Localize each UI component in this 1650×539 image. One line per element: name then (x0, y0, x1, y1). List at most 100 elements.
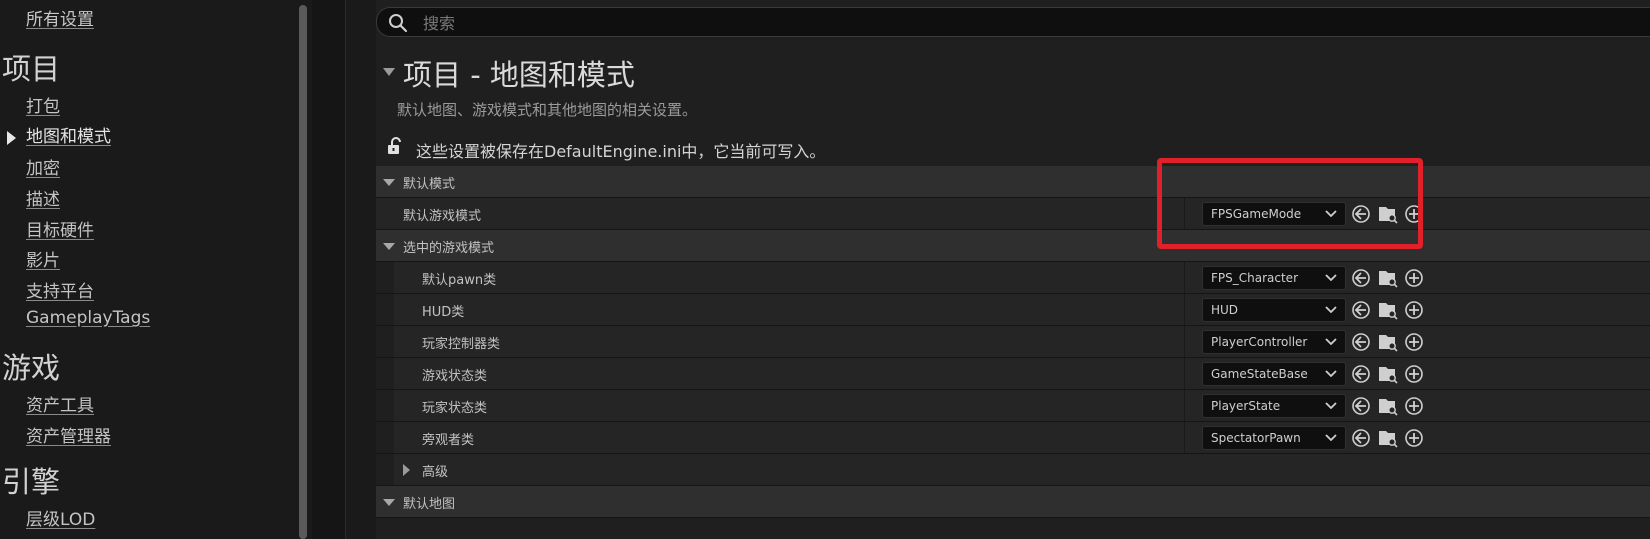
column-splitter[interactable] (1184, 390, 1185, 421)
property-label: 旁观者类 (422, 433, 475, 448)
property-label: 玩家状态类 (422, 401, 488, 416)
expand-arrow-icon[interactable] (383, 179, 395, 186)
add-new-icon[interactable] (1404, 364, 1424, 384)
property-label: 默认pawn类 (422, 273, 497, 288)
indent-guide (376, 326, 394, 357)
add-new-icon[interactable] (1404, 300, 1424, 320)
settings-main-panel: 项目 - 地图和模式 默认地图、游戏模式和其他地图的相关设置。 这些设置被保存在… (376, 0, 1650, 539)
section-collapse-arrow-icon[interactable] (383, 68, 395, 76)
browse-folder-icon[interactable] (1378, 396, 1398, 416)
column-splitter[interactable] (1184, 262, 1185, 293)
sidebar-item-target-hardware[interactable]: 目标硬件 (26, 216, 94, 241)
category-label: 选中的游戏模式 (403, 241, 495, 256)
add-new-icon[interactable] (1404, 268, 1424, 288)
indent-guide (376, 294, 394, 325)
sidebar-item-movies[interactable]: 影片 (26, 246, 60, 271)
browse-folder-icon[interactable] (1378, 332, 1398, 352)
column-splitter[interactable] (1184, 294, 1185, 325)
add-new-icon[interactable] (1404, 428, 1424, 448)
project-settings-window: 所有设置 项目 打包 地图和模式 加密 描述 目标硬件 影片 支持平台 Game… (0, 0, 1650, 539)
player-state-dropdown[interactable]: PlayerState (1202, 394, 1346, 418)
dropdown-value: PlayerController (1211, 335, 1308, 349)
property-label: 游戏状态类 (422, 369, 488, 384)
add-new-icon[interactable] (1404, 332, 1424, 352)
dropdown-value: FPS_Character (1211, 271, 1298, 285)
use-selected-asset-icon[interactable] (1351, 300, 1371, 320)
browse-folder-icon[interactable] (1378, 364, 1398, 384)
category-selected-game-mode[interactable]: 选中的游戏模式 (376, 230, 1650, 262)
column-splitter[interactable] (1184, 358, 1185, 389)
expand-arrow-icon[interactable] (383, 499, 395, 506)
property-row-player-controller: 玩家控制器类 PlayerController (376, 326, 1650, 358)
property-row-default-pawn: 默认pawn类 FPS_Character (376, 262, 1650, 294)
chevron-down-icon (1325, 306, 1337, 314)
category-label: 默认模式 (403, 177, 456, 192)
sidebar-section-project: 项目 (2, 52, 61, 86)
sidebar-scrollbar-thumb[interactable] (299, 5, 307, 539)
panel-divider (345, 0, 346, 539)
config-save-note: 这些设置被保存在DefaultEngine.ini中，它当前可写入。 (416, 142, 826, 161)
use-selected-asset-icon[interactable] (1351, 396, 1371, 416)
column-splitter[interactable] (1184, 326, 1185, 357)
property-label: HUD类 (422, 305, 465, 320)
use-selected-asset-icon[interactable] (1351, 332, 1371, 352)
sidebar-item-asset-manager[interactable]: 资产管理器 (26, 422, 111, 447)
chevron-down-icon (1325, 274, 1337, 282)
column-splitter[interactable] (1184, 422, 1185, 453)
sidebar-section-game: 游戏 (2, 351, 61, 385)
dropdown-value: GameStateBase (1211, 367, 1308, 381)
sidebar-item-asset-tools[interactable]: 资产工具 (26, 391, 94, 416)
indent-guide (376, 454, 394, 485)
pawn-class-dropdown[interactable]: FPS_Character (1202, 266, 1346, 290)
player-controller-dropdown[interactable]: PlayerController (1202, 330, 1346, 354)
sidebar-item-encryption[interactable]: 加密 (26, 154, 60, 179)
sidebar-item-gameplay-tags[interactable]: GameplayTags (26, 308, 150, 328)
sidebar-section-engine: 引擎 (2, 465, 61, 499)
browse-folder-icon[interactable] (1378, 300, 1398, 320)
indent-guide (376, 390, 394, 421)
property-row-spectator: 旁观者类 SpectatorPawn (376, 422, 1650, 454)
property-row-game-state: 游戏状态类 GameStateBase (376, 358, 1650, 390)
sidebar-item-maps-and-modes[interactable]: 地图和模式 (26, 122, 111, 147)
expand-arrow-icon[interactable] (383, 243, 395, 250)
game-state-dropdown[interactable]: GameStateBase (1202, 362, 1346, 386)
dropdown-value: SpectatorPawn (1211, 431, 1301, 445)
property-row-hud: HUD类 HUD (376, 294, 1650, 326)
browse-folder-icon[interactable] (1378, 428, 1398, 448)
search-icon (389, 14, 408, 33)
chevron-down-icon (1325, 402, 1337, 410)
browse-folder-icon[interactable] (1378, 268, 1398, 288)
property-row-player-state: 玩家状态类 PlayerState (376, 390, 1650, 422)
category-default-maps[interactable]: 默认地图 (376, 486, 1650, 518)
active-item-arrow-icon (7, 131, 16, 145)
settings-sidebar: 所有设置 项目 打包 地图和模式 加密 描述 目标硬件 影片 支持平台 Game… (0, 0, 300, 539)
category-label: 默认地图 (403, 497, 456, 512)
property-label: 默认游戏模式 (403, 209, 482, 224)
chevron-down-icon (1325, 338, 1337, 346)
search-box[interactable] (376, 7, 1650, 38)
sidebar-all-settings-link[interactable]: 所有设置 (26, 5, 94, 30)
dropdown-value: PlayerState (1211, 399, 1281, 413)
page-title: 项目 - 地图和模式 (403, 58, 635, 92)
panel-splitter[interactable] (312, 0, 346, 539)
use-selected-asset-icon[interactable] (1351, 428, 1371, 448)
search-input[interactable] (421, 8, 1625, 38)
sidebar-item-supported-platforms[interactable]: 支持平台 (26, 277, 94, 302)
property-label: 玩家控制器类 (422, 337, 501, 352)
use-selected-asset-icon[interactable] (1351, 364, 1371, 384)
indent-guide (376, 422, 394, 453)
unlock-icon (388, 137, 401, 154)
sidebar-item-description[interactable]: 描述 (26, 185, 60, 210)
sidebar-item-packaging[interactable]: 打包 (26, 92, 60, 117)
indent-guide (376, 262, 394, 293)
category-default-modes[interactable]: 默认模式 (376, 166, 1650, 198)
expand-right-arrow-icon[interactable] (403, 464, 410, 476)
add-new-icon[interactable] (1404, 396, 1424, 416)
use-selected-asset-icon[interactable] (1351, 268, 1371, 288)
category-label: 高级 (422, 465, 449, 480)
spectator-class-dropdown[interactable]: SpectatorPawn (1202, 426, 1346, 450)
category-advanced[interactable]: 高级 (376, 454, 1650, 486)
sidebar-item-hierarchical-lod[interactable]: 层级LOD (26, 505, 95, 530)
hud-class-dropdown[interactable]: HUD (1202, 298, 1346, 322)
dropdown-value: HUD (1211, 303, 1239, 317)
